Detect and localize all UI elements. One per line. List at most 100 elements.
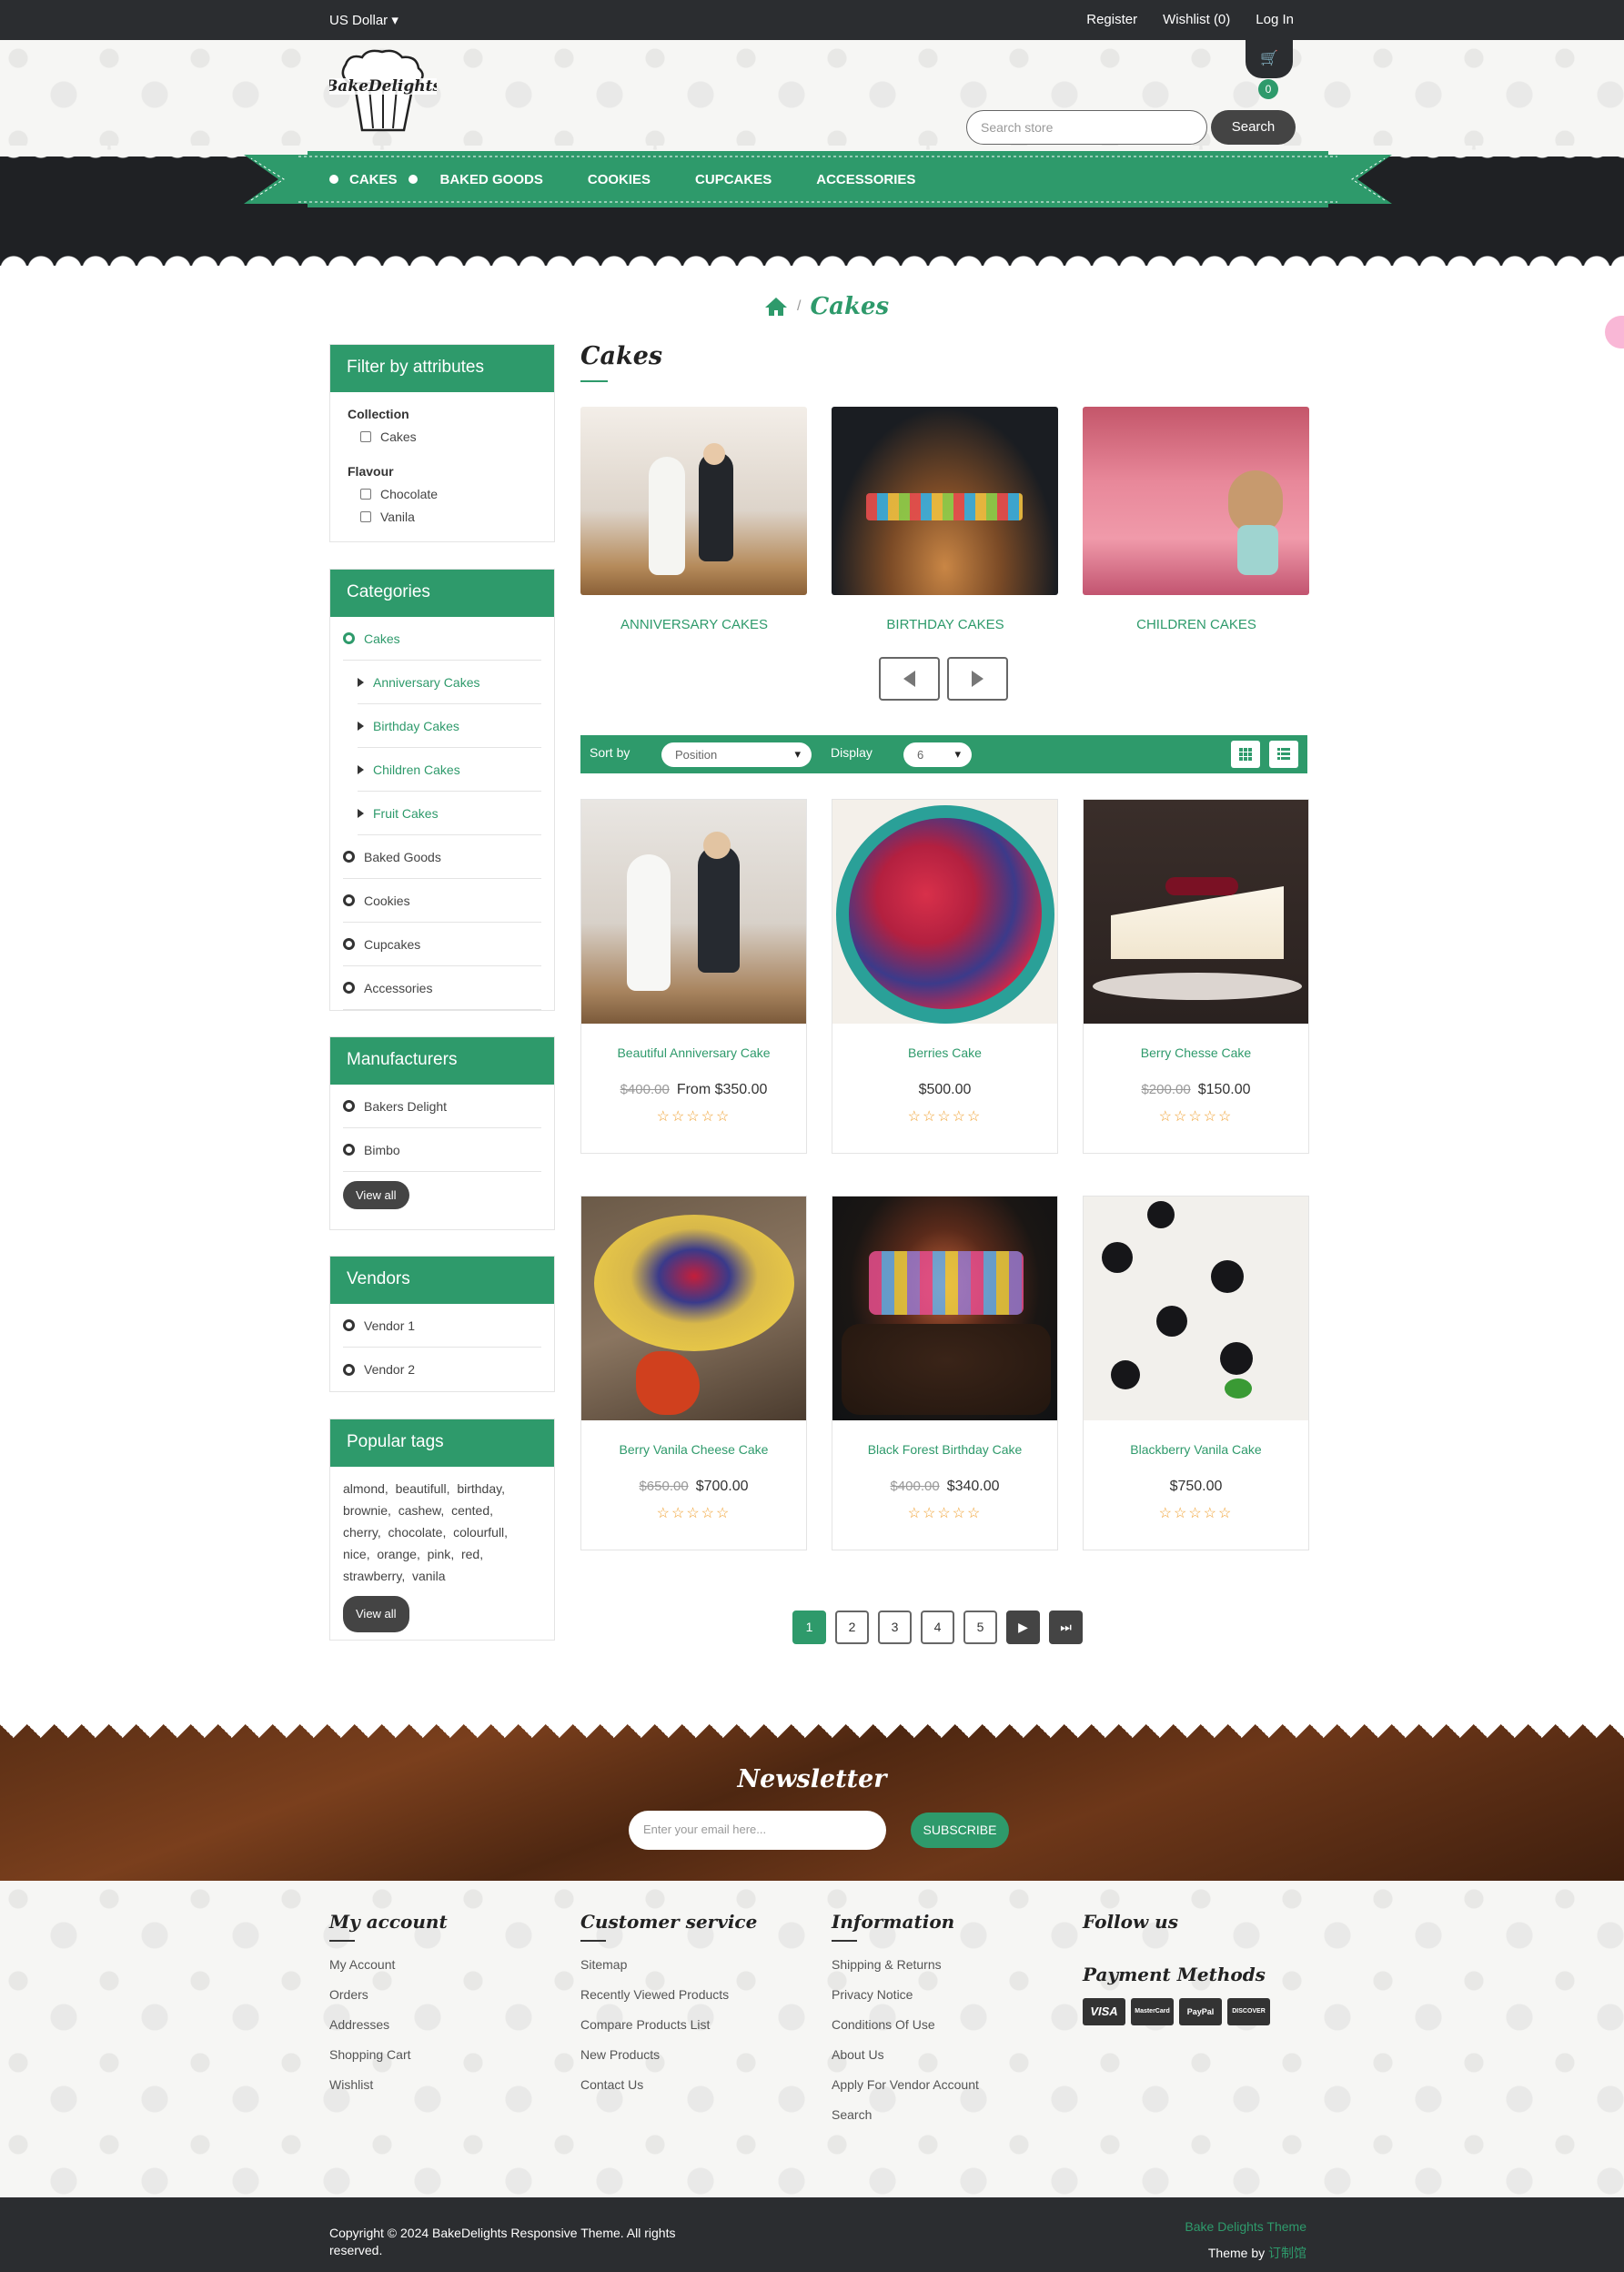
tag-link[interactable]: strawberry bbox=[343, 1569, 401, 1583]
category-item[interactable]: Cupcakes bbox=[343, 923, 541, 966]
display-select[interactable]: 6 ▾ bbox=[903, 742, 972, 767]
subcategory-item[interactable]: Fruit Cakes bbox=[358, 792, 541, 835]
product-image[interactable] bbox=[832, 1197, 1057, 1420]
manufacturer-item[interactable]: Bimbo bbox=[343, 1128, 541, 1172]
footer-link[interactable]: Addresses bbox=[329, 2017, 448, 2032]
search-input[interactable]: Search store bbox=[966, 110, 1207, 145]
footer-link[interactable]: Compare Products List bbox=[580, 2017, 757, 2032]
footer-link[interactable]: Shipping & Returns bbox=[832, 1957, 979, 1972]
product-card[interactable]: Blackberry Vanila Cake $750.00 ☆☆☆☆☆ bbox=[1083, 1196, 1309, 1550]
login-link[interactable]: Log In bbox=[1256, 12, 1294, 27]
product-card[interactable]: Berry Chesse Cake $200.00 $150.00 ☆☆☆☆☆ bbox=[1083, 799, 1309, 1154]
theme-author-link[interactable]: 订制馆 bbox=[1268, 2246, 1306, 2260]
wishlist-link[interactable]: Wishlist (0) bbox=[1163, 12, 1230, 27]
vendor-item[interactable]: Vendor 2 bbox=[343, 1348, 541, 1391]
subcategory-item[interactable]: Birthday Cakes bbox=[358, 704, 541, 748]
tag-link[interactable]: red bbox=[461, 1547, 479, 1561]
checkbox[interactable] bbox=[360, 511, 371, 522]
nav-item-cupcakes[interactable]: CUPCAKES bbox=[695, 172, 772, 187]
anniversary-cake-image[interactable] bbox=[580, 407, 807, 595]
manufacturer-item[interactable]: Bakers Delight bbox=[343, 1085, 541, 1128]
product-name[interactable]: Black Forest Birthday Cake bbox=[832, 1442, 1057, 1457]
product-name[interactable]: Berry Chesse Cake bbox=[1084, 1045, 1308, 1060]
tag-link[interactable]: orange bbox=[377, 1547, 417, 1561]
checkbox[interactable] bbox=[360, 431, 371, 442]
checkbox[interactable] bbox=[360, 489, 371, 500]
subcategory-card[interactable]: BIRTHDAY CAKES bbox=[832, 407, 1059, 632]
subcategory-card[interactable]: CHILDREN CAKES bbox=[1083, 407, 1310, 632]
page-button-4[interactable]: 4 bbox=[921, 1611, 954, 1644]
footer-link[interactable]: Recently Viewed Products bbox=[580, 1987, 757, 2002]
footer-link[interactable]: My Account bbox=[329, 1957, 448, 1972]
sort-select[interactable]: Position ▾ bbox=[661, 742, 812, 767]
product-card[interactable]: Beautiful Anniversary Cake $400.00 From $… bbox=[580, 799, 807, 1154]
currency-selector[interactable]: US Dollar ▾ bbox=[329, 12, 398, 28]
footer-link[interactable]: Conditions Of Use bbox=[832, 2017, 979, 2032]
last-page-button[interactable]: ⏭ bbox=[1049, 1611, 1083, 1644]
list-view-button[interactable] bbox=[1269, 741, 1298, 768]
side-widget-tab[interactable] bbox=[1605, 316, 1624, 348]
filter-option[interactable]: Cakes bbox=[348, 429, 537, 444]
tag-link[interactable]: birthday bbox=[457, 1481, 501, 1496]
footer-link[interactable]: Sitemap bbox=[580, 1957, 757, 1972]
subscribe-button[interactable]: SUBSCRIBE bbox=[911, 1813, 1009, 1848]
tag-link[interactable]: cented bbox=[451, 1503, 489, 1518]
footer-link[interactable]: About Us bbox=[832, 2047, 979, 2062]
product-image[interactable] bbox=[1084, 1197, 1308, 1420]
children-cake-image[interactable] bbox=[1083, 407, 1309, 595]
nav-item-cookies[interactable]: COOKIES bbox=[588, 172, 651, 187]
filter-option[interactable]: Chocolate bbox=[348, 487, 537, 501]
carousel-prev-button[interactable] bbox=[879, 657, 940, 701]
product-image[interactable] bbox=[832, 800, 1057, 1024]
product-card[interactable]: Black Forest Birthday Cake $400.00 $340.0… bbox=[832, 1196, 1058, 1550]
subcategory-label[interactable]: ANNIVERSARY CAKES bbox=[580, 617, 808, 632]
category-item-cakes[interactable]: Cakes bbox=[343, 617, 541, 661]
nav-item-accessories[interactable]: ACCESSORIES bbox=[816, 172, 915, 187]
subcategory-card[interactable]: ANNIVERSARY CAKES bbox=[580, 407, 808, 632]
footer-link[interactable]: New Products bbox=[580, 2047, 757, 2062]
filter-option[interactable]: Vanila bbox=[348, 510, 537, 524]
page-button-2[interactable]: 2 bbox=[835, 1611, 869, 1644]
page-button-1[interactable]: 1 bbox=[792, 1611, 826, 1644]
product-name[interactable]: Blackberry Vanila Cake bbox=[1084, 1442, 1308, 1457]
footer-link[interactable]: Contact Us bbox=[580, 2077, 757, 2092]
manufacturers-view-all-button[interactable]: View all bbox=[343, 1181, 409, 1209]
cart-button[interactable]: 🛒 bbox=[1246, 40, 1293, 78]
footer-link[interactable]: Wishlist bbox=[329, 2077, 448, 2092]
tag-link[interactable]: brownie bbox=[343, 1503, 388, 1518]
tag-link[interactable]: vanila bbox=[412, 1569, 446, 1583]
birthday-cake-image[interactable] bbox=[832, 407, 1058, 595]
tag-link[interactable]: pink bbox=[428, 1547, 451, 1561]
page-button-3[interactable]: 3 bbox=[878, 1611, 912, 1644]
theme-name-link[interactable]: Bake Delights Theme bbox=[1185, 2219, 1306, 2234]
tag-link[interactable]: chocolate bbox=[388, 1525, 443, 1540]
category-item[interactable]: Baked Goods bbox=[343, 835, 541, 879]
carousel-next-button[interactable] bbox=[947, 657, 1008, 701]
newsletter-email-input[interactable]: Enter your email here... bbox=[629, 1811, 886, 1850]
product-image[interactable] bbox=[1084, 800, 1308, 1024]
product-image[interactable] bbox=[581, 800, 806, 1024]
product-name[interactable]: Beautiful Anniversary Cake bbox=[581, 1045, 806, 1060]
tag-link[interactable]: colourfull bbox=[453, 1525, 504, 1540]
grid-view-button[interactable] bbox=[1231, 741, 1260, 768]
subcategory-label[interactable]: BIRTHDAY CAKES bbox=[832, 617, 1059, 632]
category-item[interactable]: Cookies bbox=[343, 879, 541, 923]
tag-link[interactable]: nice bbox=[343, 1547, 367, 1561]
logo[interactable]: BakeDelights bbox=[329, 48, 437, 136]
product-name[interactable]: Berries Cake bbox=[832, 1045, 1057, 1060]
product-card[interactable]: Berry Vanila Cheese Cake $650.00 $700.00 … bbox=[580, 1196, 807, 1550]
tag-link[interactable]: beautifull bbox=[396, 1481, 447, 1496]
footer-link[interactable]: Privacy Notice bbox=[832, 1987, 979, 2002]
subcategory-item[interactable]: Anniversary Cakes bbox=[358, 661, 541, 704]
tags-view-all-button[interactable]: View all bbox=[343, 1596, 409, 1632]
tag-link[interactable]: almond bbox=[343, 1481, 385, 1496]
tag-link[interactable]: cherry bbox=[343, 1525, 378, 1540]
subcategory-label[interactable]: CHILDREN CAKES bbox=[1083, 617, 1310, 632]
category-item[interactable]: Accessories bbox=[343, 966, 541, 1010]
footer-link[interactable]: Apply For Vendor Account bbox=[832, 2077, 979, 2092]
nav-item-baked-goods[interactable]: BAKED GOODS bbox=[440, 172, 543, 187]
nav-item-cakes[interactable]: CAKES bbox=[349, 172, 398, 187]
register-link[interactable]: Register bbox=[1086, 12, 1137, 27]
home-icon[interactable] bbox=[764, 297, 788, 317]
product-image[interactable] bbox=[581, 1197, 806, 1420]
